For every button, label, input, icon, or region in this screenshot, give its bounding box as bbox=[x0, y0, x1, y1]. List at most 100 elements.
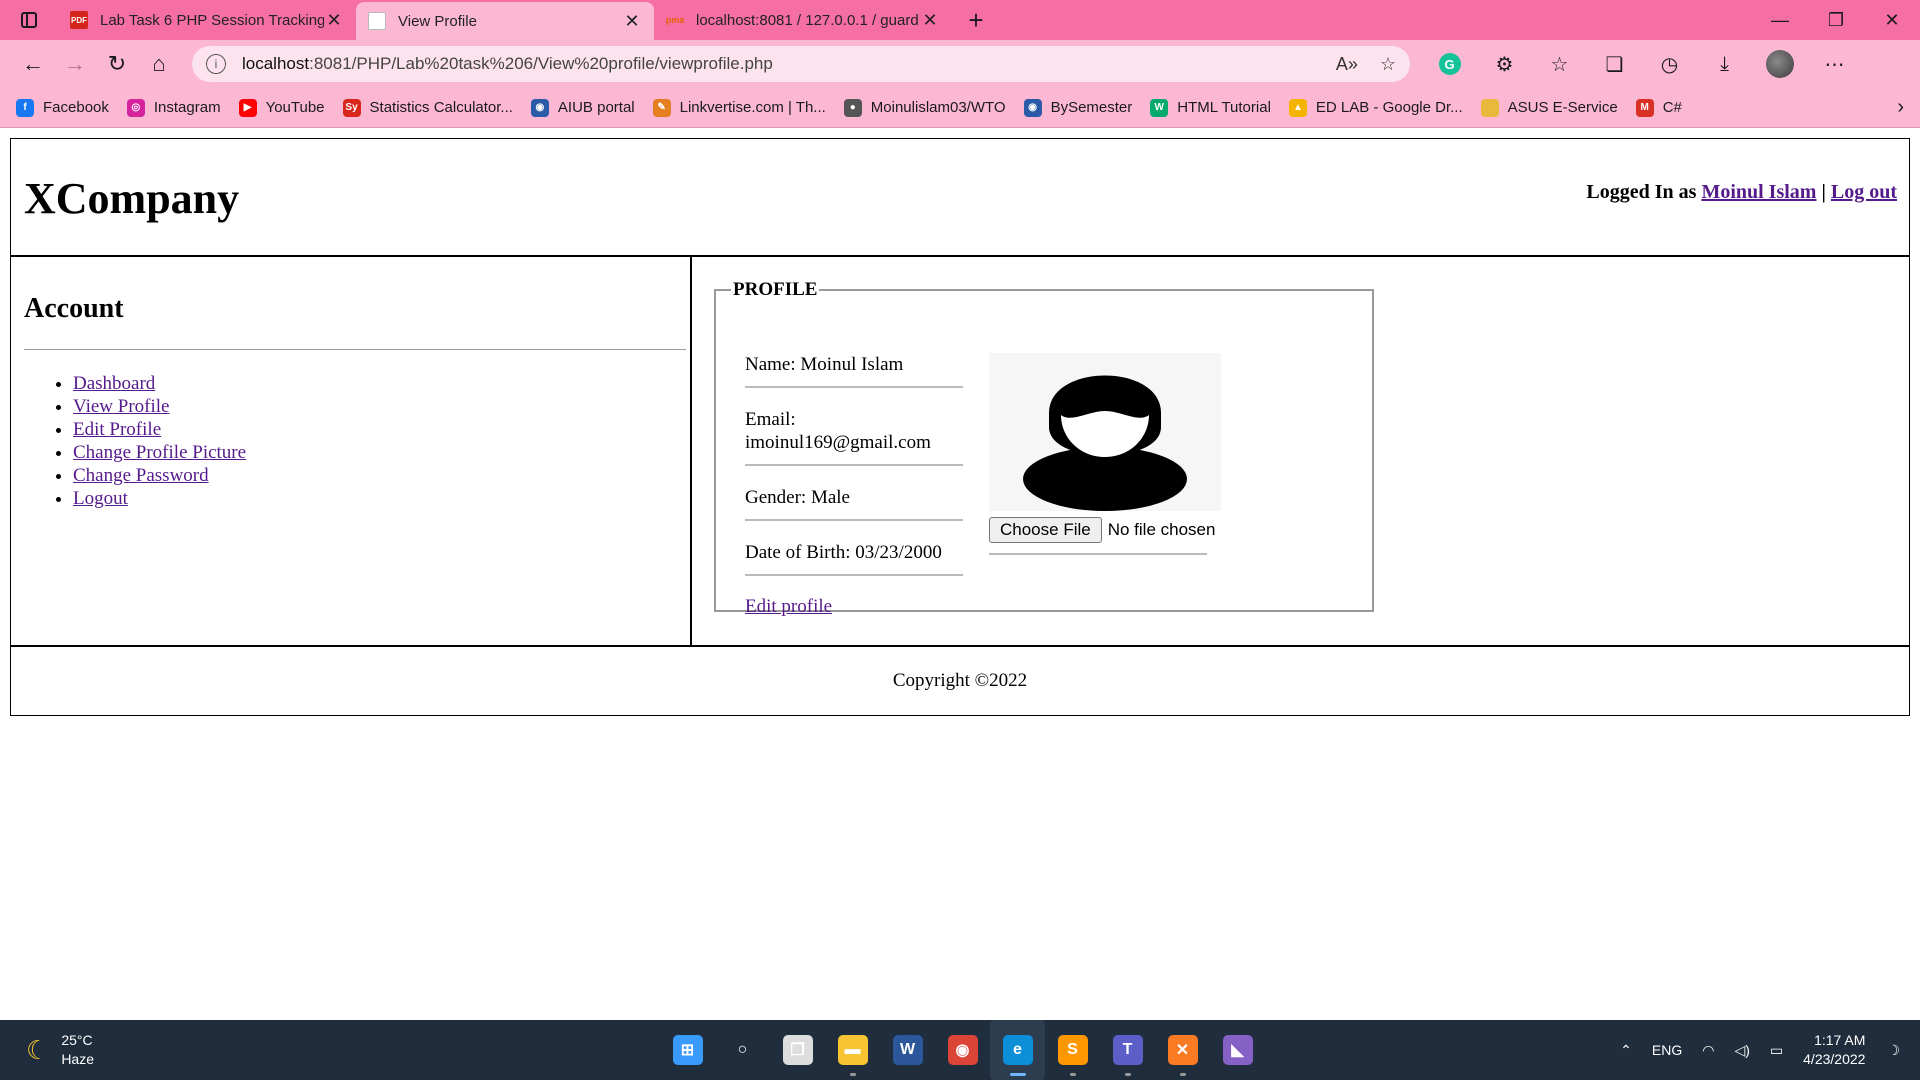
menu-item: Logout bbox=[73, 487, 686, 510]
username-link[interactable]: Moinul Islam bbox=[1701, 181, 1816, 203]
downloads-icon[interactable]: ⤓ bbox=[1697, 46, 1752, 82]
refresh-icon[interactable]: ↻ bbox=[96, 46, 138, 82]
restore-icon[interactable]: ❐ bbox=[1808, 0, 1864, 40]
bookmark-item[interactable]: ✎ Linkvertise.com | Th... bbox=[652, 98, 826, 117]
weather-widget[interactable]: ☾ 25°C Haze bbox=[26, 1031, 94, 1069]
change-password-link[interactable]: Change Password bbox=[73, 465, 209, 486]
bookmark-item[interactable]: ● Moinulislam03/WTO bbox=[843, 98, 1006, 117]
bookmark-item[interactable]: Sy Statistics Calculator... bbox=[342, 98, 513, 117]
browser-toolbar: G ⚙ ☆ ❏ ◷ ⤓ ⋯ bbox=[1422, 46, 1862, 82]
view-profile-link[interactable]: View Profile bbox=[73, 396, 169, 417]
chrome-icon[interactable]: ◉ bbox=[935, 1020, 990, 1080]
clock[interactable]: 1:17 AM 4/23/2022 bbox=[1803, 1031, 1865, 1069]
visual-studio-icon[interactable]: ◣ bbox=[1210, 1020, 1265, 1080]
url-path: :8081/PHP/Lab%20task%206/View%20profile/… bbox=[309, 54, 773, 73]
moon-icon: ☾ bbox=[26, 1034, 50, 1065]
windows-start-icon[interactable]: ⊞ bbox=[660, 1020, 715, 1080]
close-tab-icon[interactable]: ✕ bbox=[622, 11, 642, 32]
battery-icon[interactable]: ▭ bbox=[1770, 1042, 1783, 1059]
collections-icon[interactable]: ❏ bbox=[1587, 46, 1642, 82]
close-tab-icon[interactable]: ✕ bbox=[920, 10, 940, 31]
address-bar[interactable]: i localhost:8081/PHP/Lab%20task%206/View… bbox=[192, 46, 1410, 82]
file-explorer-icon[interactable]: ▬ bbox=[825, 1020, 880, 1080]
bookmark-item[interactable]: ◉ AIUB portal bbox=[530, 98, 635, 117]
url-text[interactable]: localhost:8081/PHP/Lab%20task%206/View%2… bbox=[242, 54, 1336, 74]
edit-profile-button[interactable]: Edit profile bbox=[745, 596, 832, 617]
extensions-icon[interactable]: ⚙ bbox=[1477, 46, 1532, 82]
menu-item: Edit Profile bbox=[73, 418, 686, 441]
clock-date: 4/23/2022 bbox=[1803, 1051, 1866, 1067]
bookmark-item[interactable]: ASUS E-Service bbox=[1480, 98, 1618, 117]
sublime-text-icon[interactable]: S bbox=[1045, 1020, 1100, 1080]
teams-icon[interactable]: T bbox=[1100, 1020, 1155, 1080]
bookmark-label: HTML Tutorial bbox=[1177, 99, 1271, 116]
bookmark-item[interactable]: ◉ BySemester bbox=[1023, 98, 1132, 117]
menu-item: Dashboard bbox=[73, 372, 686, 395]
bookmark-item[interactable]: M C# bbox=[1635, 98, 1682, 117]
back-icon[interactable]: ← bbox=[12, 46, 54, 82]
language-indicator[interactable]: ENG bbox=[1652, 1042, 1682, 1058]
xampp-icon[interactable]: ✕ bbox=[1155, 1020, 1210, 1080]
tab-lab-task[interactable]: PDF Lab Task 6 PHP Session Tracking ✕ bbox=[58, 0, 356, 40]
edge-icon[interactable]: e bbox=[990, 1020, 1045, 1080]
bookmark-item[interactable]: f Facebook bbox=[16, 98, 109, 117]
tab-title: Lab Task 6 PHP Session Tracking bbox=[100, 11, 324, 29]
profile-avatar-icon[interactable] bbox=[1752, 46, 1807, 82]
wifi-icon[interactable]: ◠ bbox=[1702, 1042, 1714, 1059]
sublime-text-icon-glyph: S bbox=[1057, 1035, 1088, 1065]
bookmark-label: AIUB portal bbox=[557, 99, 635, 116]
forward-icon[interactable]: → bbox=[54, 46, 96, 82]
site-title: XCompany bbox=[24, 174, 240, 223]
notifications-icon[interactable]: ☽ bbox=[1887, 1042, 1900, 1059]
tab-phpmyadmin[interactable]: pma localhost:8081 / 127.0.0.1 / guard ✕ bbox=[654, 0, 952, 40]
bookmark-label: ED LAB - Google Dr... bbox=[1315, 99, 1463, 116]
tab-title: View Profile bbox=[398, 12, 477, 30]
statistics-icon: Sy bbox=[342, 98, 361, 117]
edge-icon-glyph: e bbox=[1002, 1035, 1033, 1065]
chevron-up-icon[interactable]: ⌃ bbox=[1620, 1042, 1632, 1059]
dashboard-link[interactable]: Dashboard bbox=[73, 373, 155, 394]
bookmark-item[interactable]: ▶ YouTube bbox=[238, 98, 325, 117]
bookmark-item[interactable]: ▲ ED LAB - Google Dr... bbox=[1288, 98, 1463, 117]
choose-file-button[interactable]: Choose File bbox=[989, 517, 1102, 543]
history-icon[interactable]: ◷ bbox=[1642, 46, 1697, 82]
new-tab-button[interactable]: + bbox=[956, 0, 996, 40]
site-info-icon[interactable]: i bbox=[206, 54, 226, 74]
aiub-icon: ◉ bbox=[530, 98, 549, 117]
page-icon bbox=[368, 12, 386, 30]
gmail-icon: M bbox=[1635, 98, 1654, 117]
read-aloud-icon[interactable]: A» bbox=[1336, 54, 1358, 75]
bookmark-item[interactable]: W HTML Tutorial bbox=[1150, 98, 1271, 117]
search-icon[interactable]: ○ bbox=[715, 1020, 770, 1080]
instagram-icon: ◎ bbox=[126, 98, 145, 117]
chevron-right-icon[interactable]: › bbox=[1897, 96, 1904, 119]
close-tab-icon[interactable]: ✕ bbox=[324, 10, 344, 31]
navigation-bar: ← → ↻ ⌂ i localhost:8081/PHP/Lab%20task%… bbox=[0, 40, 1920, 88]
task-view-icon[interactable]: ❐ bbox=[770, 1020, 825, 1080]
profile-legend: PROFILE bbox=[733, 279, 818, 300]
grammarly-icon[interactable]: G bbox=[1422, 46, 1477, 82]
tab-view-profile[interactable]: View Profile ✕ bbox=[356, 2, 654, 40]
bookmark-label: Instagram bbox=[153, 99, 221, 116]
logout-link[interactable]: Log out bbox=[1831, 181, 1897, 203]
account-menu: Dashboard View Profile Edit Profile Chan… bbox=[24, 372, 686, 510]
bookmark-label: Linkvertise.com | Th... bbox=[679, 99, 826, 116]
bookmark-label: C# bbox=[1662, 99, 1682, 116]
minimize-icon[interactable]: — bbox=[1752, 0, 1808, 40]
edit-profile-link[interactable]: Edit Profile bbox=[73, 419, 161, 440]
more-options-icon[interactable]: ⋯ bbox=[1807, 46, 1862, 82]
add-favorite-icon[interactable]: ☆ bbox=[1380, 54, 1396, 75]
bookmark-item[interactable]: ◎ Instagram bbox=[126, 98, 221, 117]
logout-menu-link[interactable]: Logout bbox=[73, 488, 128, 509]
bookmark-label: ASUS E-Service bbox=[1507, 99, 1618, 116]
word-icon[interactable]: W bbox=[880, 1020, 935, 1080]
home-icon[interactable]: ⌂ bbox=[138, 46, 180, 82]
tab-actions-button[interactable] bbox=[0, 0, 58, 40]
change-picture-link[interactable]: Change Profile Picture bbox=[73, 442, 246, 463]
bookmark-label: YouTube bbox=[265, 99, 325, 116]
youtube-icon: ▶ bbox=[238, 98, 257, 117]
volume-icon[interactable]: ◁) bbox=[1734, 1042, 1749, 1059]
bookmarks-bar: f Facebook ◎ Instagram ▶ YouTube Sy Statistics … bbox=[0, 88, 1920, 128]
favorites-icon[interactable]: ☆ bbox=[1532, 46, 1587, 82]
close-window-icon[interactable]: ✕ bbox=[1864, 0, 1920, 40]
